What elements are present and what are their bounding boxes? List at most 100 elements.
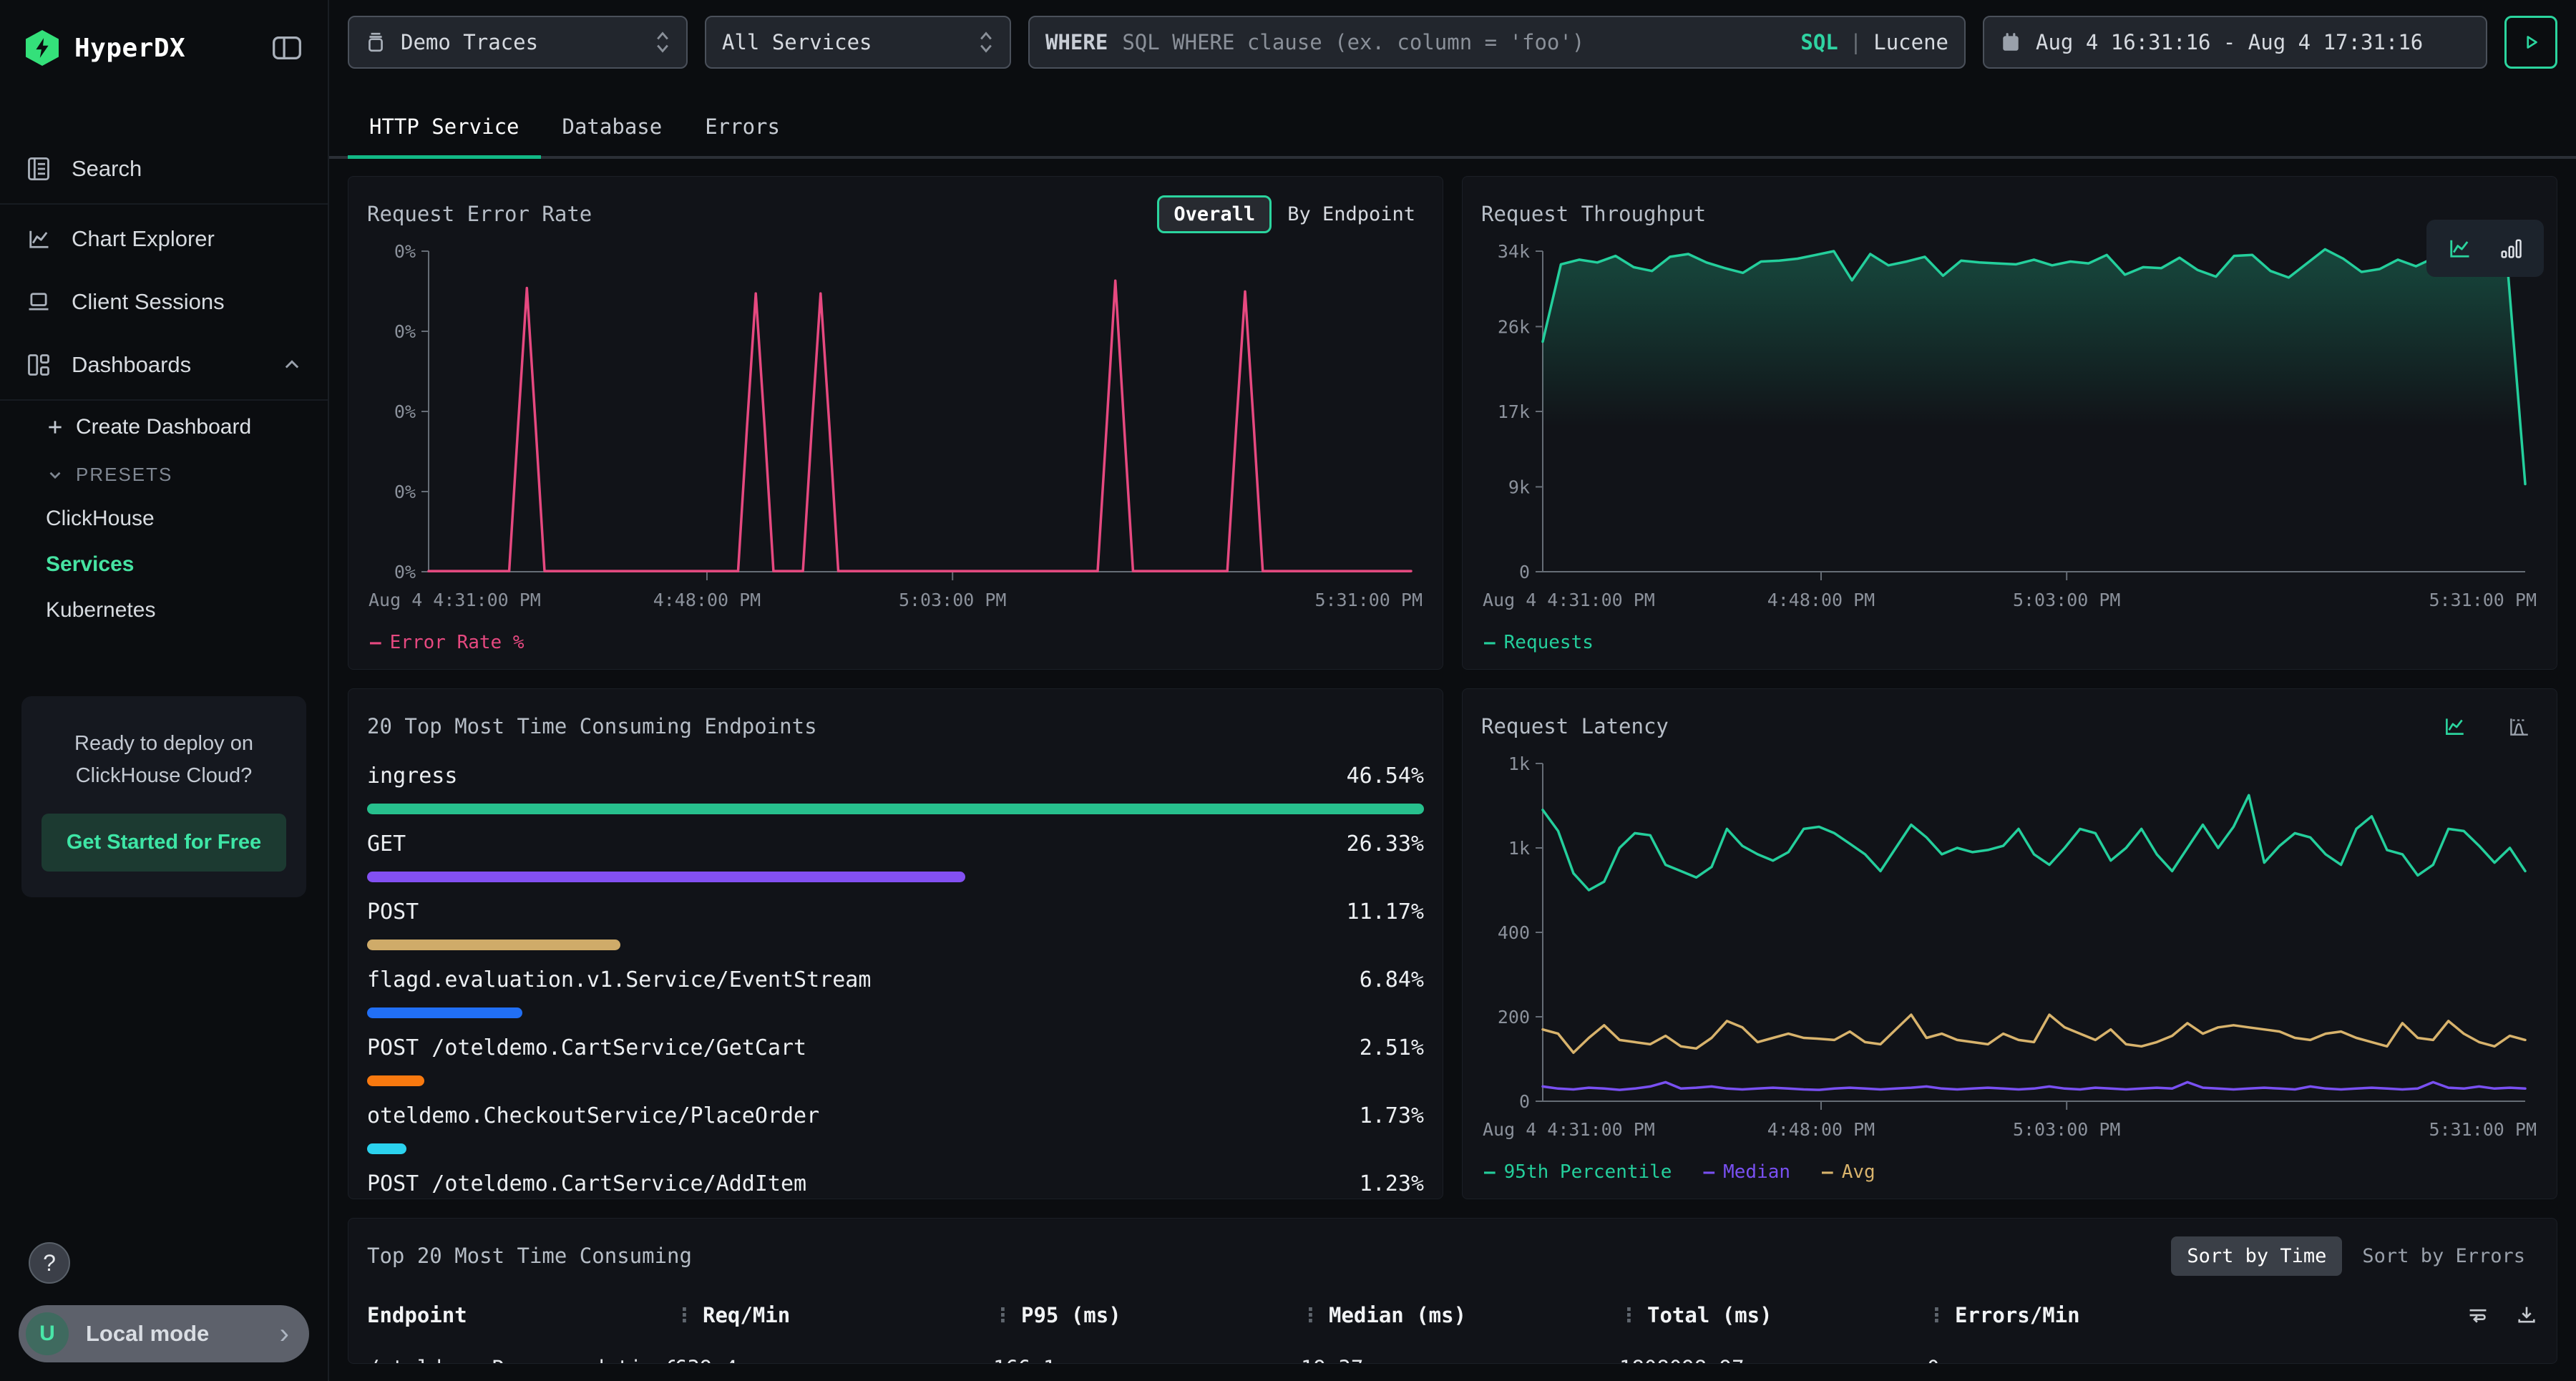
drag-handle-icon[interactable]: ⋮	[993, 1304, 1013, 1327]
line-chart-toggle-icon[interactable]	[2446, 235, 2472, 261]
endpoint-percent: 46.54%	[1347, 763, 1424, 789]
endpoint-row[interactable]: ingress46.54%	[367, 763, 1424, 814]
column-header[interactable]: ⋮Errors/Min	[1927, 1303, 2467, 1327]
tab-http-service[interactable]: HTTP Service	[348, 94, 541, 156]
endpoint-label: POST /oteldemo.CartService/AddItem	[367, 1171, 806, 1196]
panel-request-latency: Request Latency 02004001k1kAug 4 4:31:00…	[1462, 688, 2557, 1199]
endpoints-list: ingress46.54% GET26.33% POST11.17% flagd.ev…	[367, 746, 1424, 1199]
legend-item: —Median	[1703, 1161, 1790, 1183]
lucene-toggle[interactable]: Lucene	[1873, 30, 1948, 54]
sort-by-time-button[interactable]: Sort by Time	[2171, 1236, 2342, 1276]
svg-text:0%: 0%	[394, 562, 416, 582]
time-range-value: Aug 4 16:31:16 - Aug 4 17:31:16	[2036, 30, 2423, 54]
chevron-up-icon[interactable]	[282, 355, 302, 375]
column-header[interactable]: Endpoint	[367, 1303, 675, 1327]
chart-legend: —Error Rate %	[367, 623, 1424, 659]
tab-database[interactable]: Database	[541, 94, 684, 156]
download-icon[interactable]	[2515, 1304, 2538, 1327]
create-dashboard-button[interactable]: Create Dashboard	[0, 404, 328, 451]
sidebar-item-clickhouse[interactable]: ClickHouse	[0, 496, 328, 542]
endpoint-row[interactable]: POST /oteldemo.CartService/AddItem1.23%	[367, 1171, 1424, 1199]
column-header[interactable]: ⋮Median (ms)	[1301, 1303, 1619, 1327]
dashboard-tabs: HTTP Service Database Errors	[329, 94, 2576, 159]
sidebar-item-search[interactable]: Search	[0, 137, 328, 200]
svg-text:34k: 34k	[1498, 241, 1530, 262]
promo-text-line1: Ready to deploy on	[42, 728, 286, 760]
svg-text:Aug 4 4:31:00 PM: Aug 4 4:31:00 PM	[1483, 1119, 1655, 1140]
sidebar-item-client-sessions[interactable]: Client Sessions	[0, 270, 328, 333]
endpoint-label: flagd.evaluation.v1.Service/EventStream	[367, 967, 871, 992]
drag-handle-icon[interactable]: ⋮	[1927, 1304, 1946, 1327]
endpoint-row[interactable]: oteldemo.CheckoutService/PlaceOrder1.73%	[367, 1103, 1424, 1154]
get-started-button[interactable]: Get Started for Free	[42, 814, 286, 872]
service-select[interactable]: All Services	[705, 16, 1011, 69]
source-select[interactable]: Demo Traces	[348, 16, 688, 69]
svg-text:5:03:00 PM: 5:03:00 PM	[2013, 1119, 2121, 1140]
promo-text-line2: ClickHouse Cloud?	[42, 760, 286, 792]
chart-canvas: 09k17k26k34kAug 4 4:31:00 PM4:48:00 PM5:…	[1481, 234, 2538, 623]
wrap-lines-icon[interactable]	[2467, 1304, 2489, 1327]
table-header-row: Endpoint⋮Req/Min⋮P95 (ms)⋮Median (ms)⋮To…	[367, 1303, 2538, 1327]
run-query-button[interactable]	[2504, 16, 2557, 69]
select-chevrons-icon	[655, 30, 670, 54]
presets-header[interactable]: PRESETS	[0, 451, 328, 496]
svg-text:0%: 0%	[394, 321, 416, 342]
endpoint-label: POST /oteldemo.CartService/GetCart	[367, 1035, 806, 1060]
legend-item: —95th Percentile	[1484, 1161, 1672, 1183]
table-cell: 1808098.97	[1619, 1356, 1927, 1364]
time-range-picker[interactable]: Aug 4 16:31:16 - Aug 4 17:31:16	[1983, 16, 2487, 69]
column-header[interactable]: ⋮Total (ms)	[1619, 1303, 1927, 1327]
drag-handle-icon[interactable]: ⋮	[675, 1304, 694, 1327]
drag-handle-icon[interactable]: ⋮	[1619, 1304, 1639, 1327]
svg-text:5:03:00 PM: 5:03:00 PM	[2013, 590, 2121, 610]
endpoint-bar	[367, 1007, 522, 1018]
where-input[interactable]: WHERE SQL WHERE clause (ex. column = 'fo…	[1028, 16, 1966, 69]
where-placeholder: SQL WHERE clause (ex. column = 'foo')	[1122, 30, 1584, 54]
latency-chart-type-toggle	[2442, 714, 2538, 738]
endpoint-percent: 26.33%	[1347, 831, 1424, 857]
svg-text:1k: 1k	[1508, 838, 1530, 859]
drag-handle-icon[interactable]: ⋮	[1301, 1304, 1320, 1327]
endpoint-percent: 1.73%	[1360, 1103, 1424, 1128]
bar-chart-toggle-icon[interactable]	[2498, 235, 2524, 261]
endpoint-bar	[367, 1075, 424, 1086]
endpoint-row[interactable]: flagd.evaluation.v1.Service/EventStream6…	[367, 967, 1424, 1018]
table-body: /oteldemo.RecommendationServ639.4166.119…	[367, 1327, 2538, 1364]
create-dashboard-label: Create Dashboard	[76, 415, 251, 439]
select-chevrons-icon	[978, 30, 994, 54]
table-row[interactable]: /oteldemo.RecommendationServ639.4166.119…	[367, 1356, 2538, 1364]
sql-toggle[interactable]: SQL	[1800, 30, 1838, 54]
endpoint-row[interactable]: GET26.33%	[367, 831, 1424, 882]
line-chart-toggle-icon[interactable]	[2442, 714, 2467, 738]
chart-canvas: 0%0%0%0%0%Aug 4 4:31:00 PM4:48:00 PM5:03…	[367, 234, 1424, 623]
sidebar-item-chart-explorer[interactable]: Chart Explorer	[0, 208, 328, 270]
tab-errors[interactable]: Errors	[683, 94, 801, 156]
sidebar-item-kubernetes[interactable]: Kubernetes	[0, 587, 328, 633]
divider	[0, 203, 328, 205]
endpoint-row[interactable]: POST11.17%	[367, 899, 1424, 950]
panel-title: Request Error Rate	[367, 202, 592, 226]
endpoint-row[interactable]: POST /oteldemo.CartService/GetCart2.51%	[367, 1035, 1424, 1086]
user-menu[interactable]: U Local mode ›	[19, 1305, 309, 1362]
clickhouse-cloud-promo-card: Ready to deploy on ClickHouse Cloud? Get…	[21, 696, 306, 897]
sidebar-item-services[interactable]: Services	[0, 542, 328, 587]
column-header[interactable]: ⋮Req/Min	[675, 1303, 993, 1327]
table-cell: 639.4	[675, 1356, 993, 1364]
sidebar-item-dashboards[interactable]: Dashboards	[0, 333, 328, 396]
line-chart-icon	[26, 226, 52, 252]
brand-title: HyperDX	[74, 34, 185, 63]
chevron-right-icon: ›	[280, 1319, 289, 1348]
sort-by-errors-button[interactable]: Sort by Errors	[2349, 1236, 2538, 1276]
histogram-toggle-icon[interactable]	[2507, 714, 2531, 738]
endpoint-percent: 11.17%	[1347, 899, 1424, 924]
panel-title: Request Throughput	[1481, 202, 1706, 226]
column-header[interactable]: ⋮P95 (ms)	[993, 1303, 1301, 1327]
svg-text:0%: 0%	[394, 482, 416, 502]
overall-toggle-button[interactable]: Overall	[1157, 195, 1272, 233]
help-button[interactable]: ?	[29, 1242, 70, 1284]
sidebar-collapse-icon[interactable]	[272, 36, 302, 60]
svg-text:Aug 4 4:31:00 PM: Aug 4 4:31:00 PM	[1483, 590, 1655, 610]
plus-icon	[46, 418, 64, 436]
by-endpoint-toggle-button[interactable]: By Endpoint	[1279, 197, 1424, 231]
laptop-icon	[26, 289, 52, 315]
